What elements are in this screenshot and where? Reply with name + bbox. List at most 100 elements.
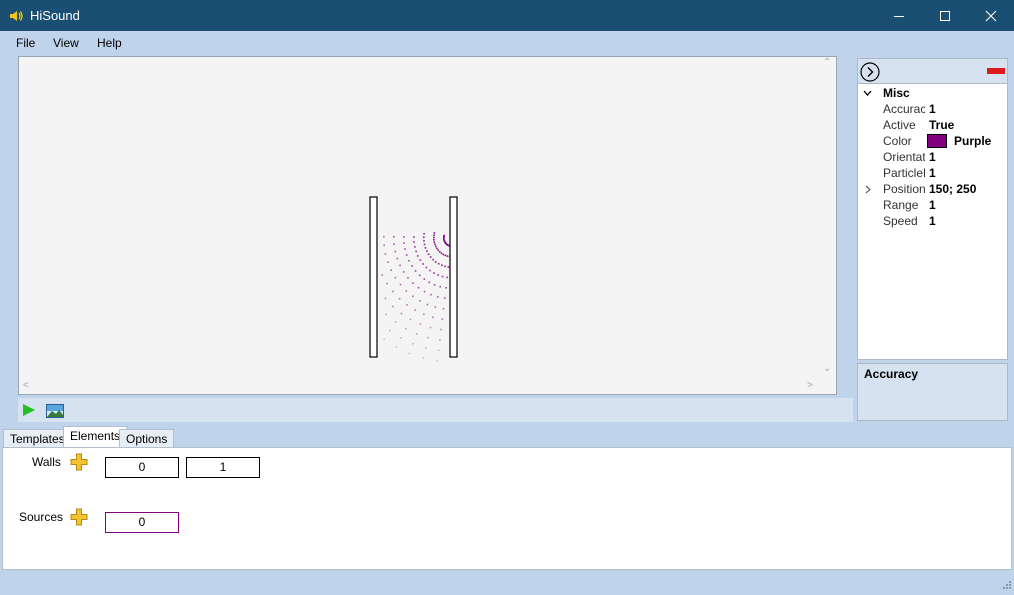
property-value[interactable]: 1 (929, 198, 936, 212)
wall-item[interactable]: 0 (105, 457, 179, 478)
wave-particle (446, 276, 448, 279)
scroll-left-icon[interactable]: < (23, 380, 29, 391)
property-row[interactable]: Range 1 (858, 198, 1007, 214)
play-icon[interactable] (22, 403, 36, 417)
tab-templates[interactable]: Templates (3, 429, 72, 447)
wave-particle (407, 277, 409, 279)
property-row[interactable]: Active True (858, 118, 1007, 134)
tab-strip: Templates Elements Options (2, 426, 1012, 447)
source-item[interactable]: 0 (105, 512, 179, 533)
wave-particle (390, 269, 392, 271)
remove-icon[interactable] (987, 68, 1005, 74)
scroll-up-icon[interactable]: ⌃ (823, 57, 831, 68)
wave-particle (413, 241, 415, 243)
wave-particle (399, 283, 402, 286)
wave-particle (432, 316, 434, 319)
simulation-drawing (369, 196, 458, 362)
add-source-button[interactable] (70, 508, 88, 526)
wave-particle (394, 321, 397, 323)
wall-item[interactable]: 1 (186, 457, 260, 478)
wave-particle (413, 236, 415, 238)
wave-particle (398, 297, 401, 300)
property-row[interactable]: ParticleL 1 (858, 166, 1007, 182)
scroll-down-icon[interactable]: ⌄ (823, 363, 831, 374)
wave-particle (404, 248, 406, 250)
speaker-icon (10, 11, 23, 21)
property-grid[interactable]: Misc Accurac 1 Active True Color Purple Orient… (857, 84, 1008, 360)
close-icon (985, 10, 997, 21)
elements-panel: Walls 0 1 Sources 0 (2, 447, 1012, 570)
wave-particle (419, 259, 422, 261)
simulation-toolbar (18, 398, 853, 422)
property-value[interactable]: True (929, 118, 954, 132)
wave-particle (406, 304, 408, 306)
wave-particle (429, 256, 432, 258)
wave-particle (385, 313, 387, 316)
wave-particle (383, 244, 385, 247)
wave-particle (437, 274, 439, 276)
property-value[interactable]: 150; 250 (929, 182, 976, 196)
wave-particle (424, 347, 427, 349)
property-value-text: 150; 250 (929, 182, 977, 196)
resize-grip-icon[interactable] (1000, 580, 1012, 592)
wave-particle (394, 250, 397, 253)
wave-particle (423, 313, 425, 316)
wave-particle (444, 254, 447, 257)
wave-particle (412, 342, 414, 345)
horizontal-scrollbar[interactable]: < > (19, 379, 820, 394)
property-row[interactable]: Accurac 1 (858, 102, 1007, 118)
scroll-right-icon[interactable]: > (807, 380, 813, 391)
property-row[interactable]: Color Purple (858, 134, 1007, 150)
wall-right[interactable] (449, 196, 458, 358)
wave-particle (386, 282, 388, 285)
wall-left[interactable] (369, 196, 378, 358)
property-value[interactable]: 1 (929, 166, 936, 180)
tab-elements[interactable]: Elements (63, 426, 128, 447)
wave-particle (433, 234, 435, 236)
menu-view[interactable]: View (53, 36, 79, 50)
wave-particle (426, 303, 429, 306)
wave-particle (447, 266, 450, 268)
menu-bar: File View Help (0, 31, 1014, 55)
wave-particle (415, 333, 418, 335)
wave-particle (445, 287, 447, 289)
wave-particle (448, 255, 451, 258)
wave-particle (400, 337, 402, 339)
property-name: Color (883, 134, 912, 148)
tab-options[interactable]: Options (119, 429, 175, 447)
add-wall-button[interactable] (70, 453, 88, 471)
vertical-scrollbar[interactable]: ⌃ ⌄ (820, 57, 836, 379)
close-button[interactable] (968, 0, 1014, 31)
wave-particle (423, 232, 425, 235)
wave-particle (430, 293, 432, 296)
wave-particle (433, 236, 435, 239)
wave-particle (403, 236, 405, 238)
wave-particle (400, 312, 403, 315)
chevron-right-icon[interactable] (865, 185, 872, 194)
wave-particle (396, 257, 399, 260)
simulation-canvas[interactable] (18, 56, 837, 395)
property-row[interactable]: Speed 1 (858, 214, 1007, 230)
property-value[interactable]: Purple (954, 134, 991, 148)
minimize-button[interactable] (876, 0, 922, 31)
property-row[interactable]: Orientatio 1 (858, 150, 1007, 166)
menu-file[interactable]: File (16, 36, 35, 50)
property-value[interactable]: 1 (929, 214, 936, 228)
property-value[interactable]: 1 (929, 150, 936, 164)
wave-particle (427, 253, 430, 255)
wave-particle (392, 290, 394, 293)
property-row[interactable]: Position_ 150; 250 (858, 182, 1007, 198)
wave-particle (423, 290, 426, 293)
maximize-button[interactable] (922, 0, 968, 31)
wave-particle (384, 253, 387, 255)
menu-help[interactable]: Help (97, 36, 122, 50)
wave-particle (412, 295, 414, 298)
property-value-text: 1 (929, 198, 936, 212)
wave-particle (436, 247, 438, 250)
chevron-down-icon[interactable] (863, 90, 872, 97)
chevron-right-circle-icon[interactable] (860, 62, 880, 82)
property-value[interactable]: 1 (929, 102, 936, 116)
property-category[interactable]: Misc (858, 86, 1007, 102)
sound-wave-particles (381, 232, 451, 362)
image-icon[interactable] (46, 404, 64, 418)
